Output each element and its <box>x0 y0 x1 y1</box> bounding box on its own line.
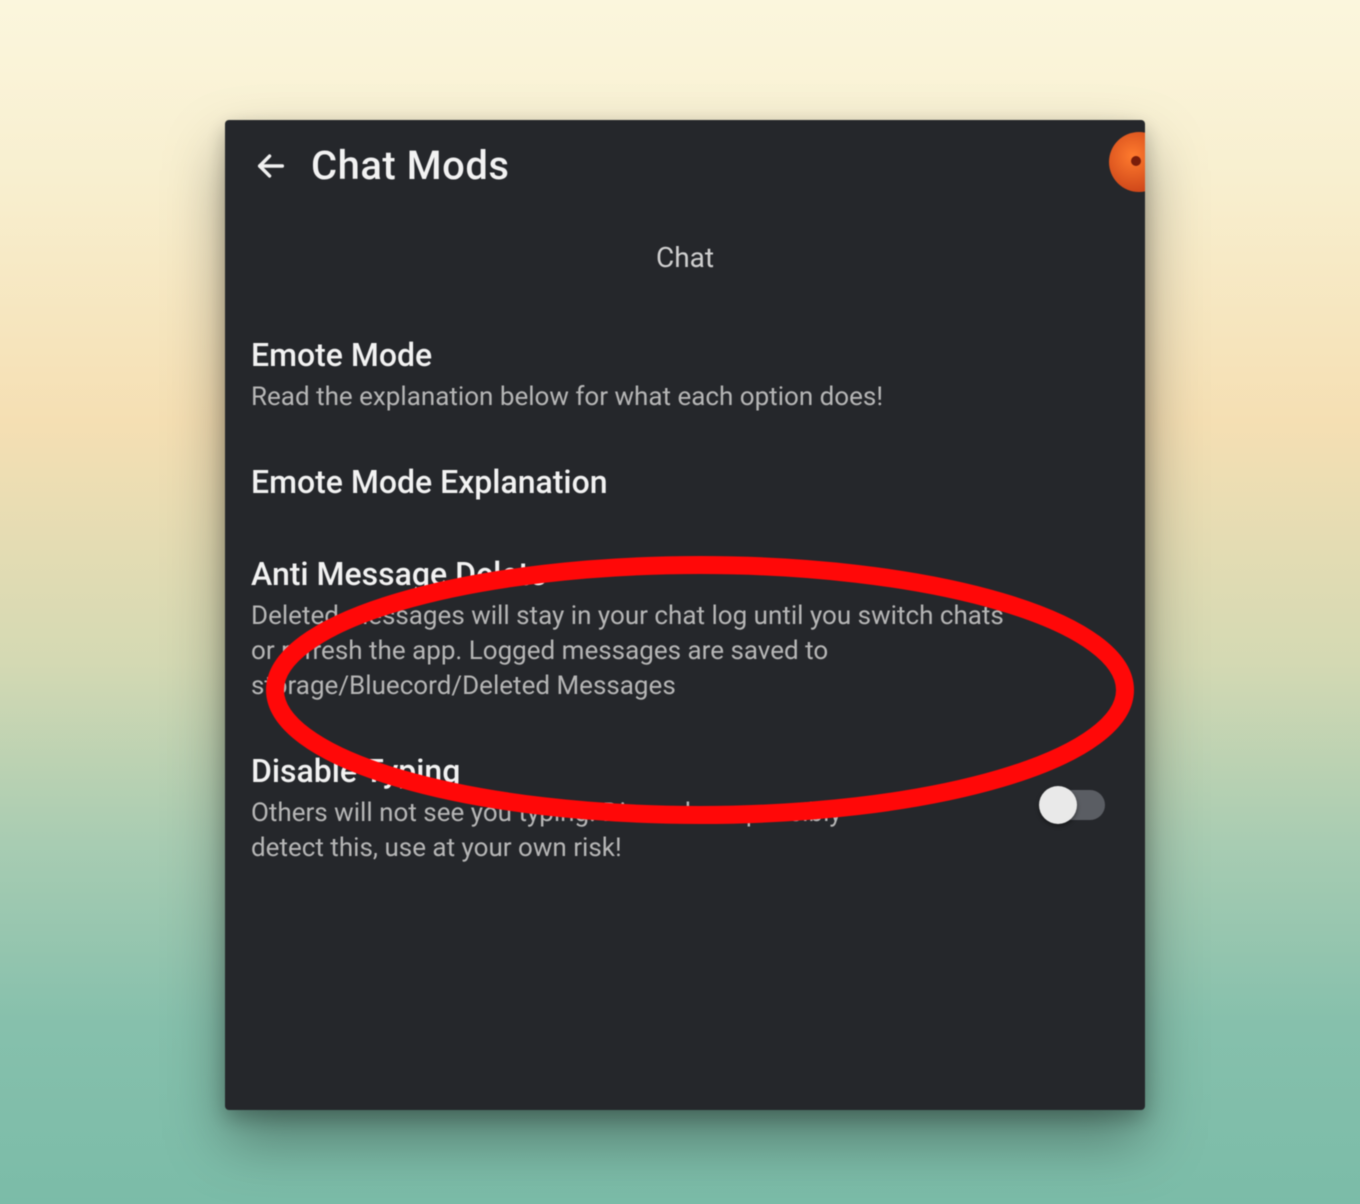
setting-title: Anti Message Delete <box>251 555 1109 593</box>
avatar-icon[interactable] <box>1109 132 1145 192</box>
setting-title: Disable Typing <box>251 752 1109 790</box>
toggle-switch[interactable] <box>1041 790 1105 820</box>
setting-title: Emote Mode Explanation <box>251 463 1109 501</box>
setting-description: Deleted messages will stay in your chat … <box>251 599 1011 704</box>
section-label-chat: Chat <box>225 241 1145 274</box>
toggle-knob <box>1039 786 1077 824</box>
setting-description: Others will not see you typing. Discord … <box>251 796 851 866</box>
setting-anti-message-delete[interactable]: Anti Message Delete Deleted messages wil… <box>245 533 1115 730</box>
settings-list: Emote Mode Read the explanation below fo… <box>225 314 1145 893</box>
back-arrow-icon[interactable] <box>249 144 293 188</box>
setting-disable-typing[interactable]: Disable Typing Others will not see you t… <box>245 730 1115 892</box>
setting-description: Read the explanation below for what each… <box>251 380 1011 415</box>
setting-title: Emote Mode <box>251 336 1109 374</box>
background-gradient: Chat Mods Chat Emote Mode Read the expla… <box>0 0 1360 1204</box>
page-title: Chat Mods <box>311 142 509 189</box>
setting-emote-mode[interactable]: Emote Mode Read the explanation below fo… <box>245 314 1115 441</box>
setting-emote-mode-explanation[interactable]: Emote Mode Explanation <box>245 441 1115 533</box>
header-bar: Chat Mods <box>225 120 1145 199</box>
settings-screen: Chat Mods Chat Emote Mode Read the expla… <box>225 120 1145 1110</box>
